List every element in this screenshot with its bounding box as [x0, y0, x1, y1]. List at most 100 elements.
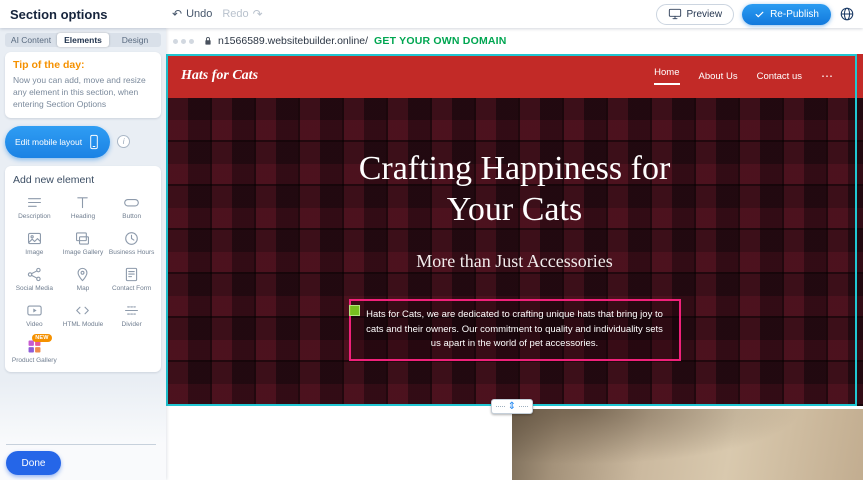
add-new-element-card: Add new element Description Heading Butt…	[5, 166, 161, 373]
panel-divider	[6, 444, 156, 445]
tab-ai-content[interactable]: AI Content	[5, 33, 57, 47]
element-label: Heading	[71, 213, 95, 221]
undo-icon: ↶	[172, 7, 182, 21]
site-preview-stage: n1566589.websitebuilder.online/ GET YOUR…	[166, 28, 863, 480]
element-label: Social Media	[16, 285, 53, 293]
element-label: Map	[77, 285, 90, 293]
hero-text-box[interactable]: Hats for Cats, we are dedicated to craft…	[349, 299, 681, 361]
next-section	[166, 406, 863, 480]
element-html-module[interactable]: HTML Module	[59, 301, 108, 330]
hero-section[interactable]: Crafting Happiness for Your Cats More th…	[166, 98, 863, 406]
get-domain-link[interactable]: GET YOUR OWN DOMAIN	[374, 35, 507, 47]
element-label: Business Hours	[109, 249, 155, 257]
app-root: Section options ↶ Undo Redo ↷ Preview	[0, 0, 863, 480]
element-label: Image	[25, 249, 43, 257]
browser-bar: n1566589.websitebuilder.online/ GET YOUR…	[166, 28, 863, 54]
nav-about-us[interactable]: About Us	[699, 71, 738, 82]
page-title: Section options	[10, 7, 108, 22]
window-dot-icon	[181, 39, 186, 44]
tab-elements[interactable]: Elements	[57, 33, 109, 47]
element-label: Product Gallery	[12, 357, 57, 365]
tab-design[interactable]: Design	[109, 33, 161, 47]
edit-mobile-layout-label: Edit mobile layout	[15, 137, 82, 147]
redo-label: Redo	[222, 8, 248, 20]
edit-mobile-layout-button[interactable]: Edit mobile layout	[5, 126, 110, 158]
text-lines-icon	[26, 194, 43, 211]
heading-icon	[74, 194, 91, 211]
form-icon	[123, 266, 140, 283]
element-label: Button	[122, 213, 141, 221]
site-logo[interactable]: Hats for Cats	[181, 68, 258, 84]
clock-icon	[123, 230, 140, 247]
button-icon	[123, 194, 140, 211]
site-nav: Home About Us Contact us ⋯	[654, 67, 833, 85]
element-drag-handle[interactable]	[349, 305, 360, 316]
video-play-icon	[26, 302, 43, 319]
image-gallery-icon	[74, 230, 91, 247]
tip-heading: Tip of the day:	[13, 59, 153, 71]
element-video[interactable]: Video	[10, 301, 59, 330]
redo-button[interactable]: Redo ↷	[222, 7, 262, 21]
element-label: Contact Form	[112, 285, 151, 293]
element-business-hours[interactable]: Business Hours	[107, 229, 156, 258]
preview-label: Preview	[687, 9, 723, 20]
undo-button[interactable]: ↶ Undo	[172, 7, 212, 21]
element-label: Description	[18, 213, 51, 221]
topbar-actions: Preview Re-Publish	[656, 0, 856, 28]
code-icon	[74, 302, 91, 319]
element-label: Video	[26, 321, 43, 329]
resize-arrows-icon: ⇕	[508, 402, 516, 412]
element-image[interactable]: Image	[10, 229, 59, 258]
element-image-gallery[interactable]: Image Gallery	[59, 229, 108, 258]
done-button[interactable]: Done	[6, 451, 61, 475]
tip-card: Tip of the day: Now you can add, move an…	[5, 52, 161, 118]
element-label: Image Gallery	[63, 249, 103, 257]
panel-tabs: AI Content Elements Design	[5, 33, 161, 47]
undo-label: Undo	[186, 8, 212, 20]
preview-button[interactable]: Preview	[656, 4, 735, 25]
element-social-media[interactable]: Social Media	[10, 265, 59, 294]
redo-icon: ↷	[253, 7, 263, 21]
tip-body: Now you can add, move and resize any ele…	[13, 75, 153, 111]
nav-contact-us[interactable]: Contact us	[757, 71, 802, 82]
element-heading[interactable]: Heading	[59, 193, 108, 222]
share-icon	[26, 266, 43, 283]
mobile-layout-row: Edit mobile layout i	[5, 126, 161, 158]
monitor-icon	[668, 8, 682, 20]
lock-icon	[203, 35, 213, 47]
element-label: Divider	[122, 321, 142, 329]
hero-body-text: Hats for Cats, we are dedicated to craft…	[362, 308, 668, 352]
image-icon	[26, 230, 43, 247]
window-dot-icon	[189, 39, 194, 44]
element-contact-form[interactable]: Contact Form	[107, 265, 156, 294]
map-pin-icon	[74, 266, 91, 283]
undo-redo-group: ↶ Undo Redo ↷	[172, 0, 263, 28]
add-new-element-title: Add new element	[13, 174, 153, 186]
nav-more-icon[interactable]: ⋯	[821, 69, 833, 83]
republish-button[interactable]: Re-Publish	[742, 4, 831, 25]
site-viewport: Hats for Cats Home About Us Contact us ⋯…	[166, 54, 863, 480]
topbar: Section options ↶ Undo Redo ↷ Preview	[0, 0, 863, 28]
language-globe-icon[interactable]	[839, 6, 855, 22]
new-badge: NEW	[32, 334, 51, 342]
site-header: Hats for Cats Home About Us Contact us ⋯	[166, 54, 863, 98]
phone-icon	[88, 134, 100, 150]
element-map[interactable]: Map	[59, 265, 108, 294]
nav-home[interactable]: Home	[654, 67, 679, 85]
window-dot-icon	[173, 39, 178, 44]
hero-subtitle[interactable]: More than Just Accessories	[166, 251, 863, 272]
element-divider[interactable]: Divider	[107, 301, 156, 330]
element-description[interactable]: Description	[10, 193, 59, 222]
divider-icon	[123, 302, 140, 319]
republish-label: Re-Publish	[770, 9, 819, 20]
info-icon[interactable]: i	[117, 135, 130, 148]
element-product-gallery[interactable]: NEW Product Gallery	[10, 337, 59, 366]
element-grid: Description Heading Button Image Image G…	[10, 193, 156, 367]
check-icon	[754, 9, 765, 20]
hero-title[interactable]: Crafting Happiness for Your Cats	[330, 148, 700, 231]
site-url[interactable]: n1566589.websitebuilder.online/	[218, 35, 368, 47]
element-button[interactable]: Button	[107, 193, 156, 222]
section-resize-handle[interactable]: ⇕	[491, 399, 533, 414]
section-options-panel: AI Content Elements Design Tip of the da…	[0, 28, 166, 480]
next-section-image	[512, 409, 863, 480]
